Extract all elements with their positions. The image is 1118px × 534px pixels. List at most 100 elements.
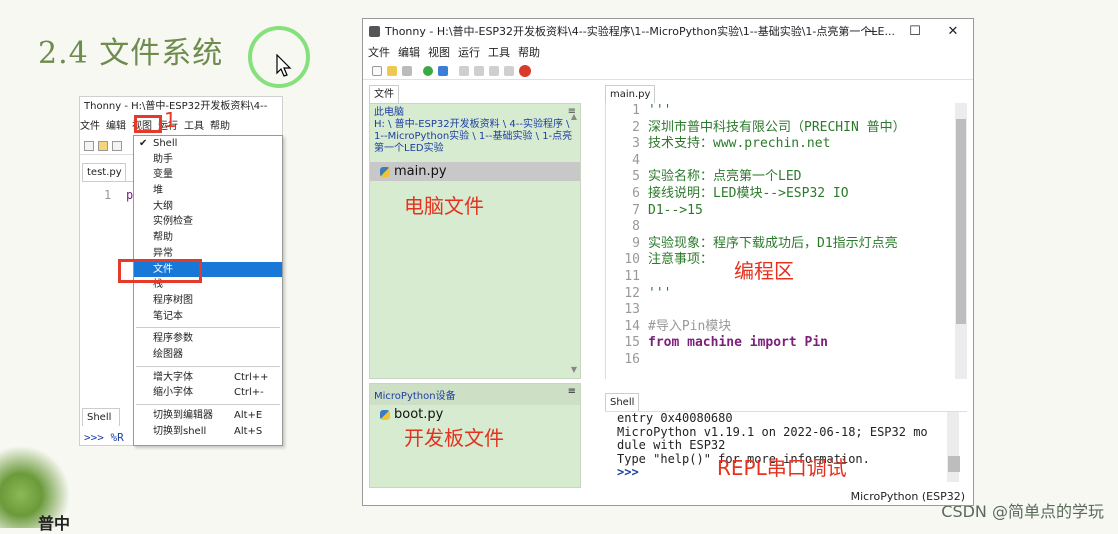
menu-item[interactable]: 大纲 bbox=[134, 199, 282, 215]
menu-item-label: 程序树图 bbox=[153, 294, 193, 306]
menu-separator bbox=[136, 327, 280, 329]
code-area[interactable]: ''' 深圳市普中科技有限公司（PRECHIN 普中） 技术支持：www.prech… bbox=[648, 103, 956, 379]
step-into-icon[interactable] bbox=[474, 65, 484, 76]
line-number: 5 bbox=[632, 169, 640, 185]
menu-edit[interactable]: 编辑 bbox=[398, 44, 420, 62]
code-line: 注意事项： bbox=[648, 252, 714, 268]
scroll-up-icon[interactable]: ▲ bbox=[571, 112, 577, 121]
save-file-icon[interactable] bbox=[402, 65, 412, 76]
line-number: 12 bbox=[624, 285, 640, 301]
menu-item-label: 缩小字体 bbox=[153, 387, 193, 399]
small-shell-tab[interactable]: Shell bbox=[82, 408, 120, 426]
editor-scrollbar[interactable] bbox=[955, 103, 967, 379]
files-path[interactable]: H: \ 普中-ESP32开发板资料 \ 4--实验程序 \ 1--MicroP… bbox=[374, 119, 576, 155]
shell-panel[interactable]: entry 0x40080680 MicroPython v1.19.1 on … bbox=[605, 411, 967, 489]
resume-icon[interactable] bbox=[504, 65, 514, 76]
menu-item-label: 异常 bbox=[153, 247, 173, 259]
new-file-icon[interactable] bbox=[372, 65, 382, 76]
tab-shell[interactable]: Shell bbox=[605, 393, 640, 411]
code-line: 接线说明：LED模块-->ESP32 IO bbox=[648, 185, 849, 201]
mouse-cursor-icon bbox=[276, 54, 292, 77]
main-thonny-window: Thonny - H:\普中-ESP32开发板资料\4--实验程序\1--Mic… bbox=[362, 18, 974, 506]
menu-item-label: 帮助 bbox=[153, 232, 173, 244]
device-header: MicroPython设备 bbox=[370, 384, 580, 405]
label-device-files: 开发板文件 bbox=[404, 426, 504, 450]
menu-item[interactable]: ✔ Shell bbox=[134, 136, 282, 152]
menu-help[interactable]: 帮助 bbox=[518, 44, 540, 62]
menu-item-shortcut: Ctrl++ bbox=[234, 371, 269, 383]
step-out-icon[interactable] bbox=[489, 65, 499, 76]
close-icon[interactable]: ✕ bbox=[933, 19, 973, 44]
menu-item-label: 增大字体 bbox=[153, 371, 193, 383]
main-titlebar: Thonny - H:\普中-ESP32开发板资料\4--实验程序\1--Mic… bbox=[363, 19, 973, 44]
menu-item[interactable]: 程序参数 bbox=[134, 331, 282, 347]
menu-item-label: Shell bbox=[153, 138, 178, 149]
menu-item[interactable]: 切换到编辑器 Alt+E bbox=[134, 408, 282, 424]
small-window-title: Thonny - H:\普中-ESP32开发板资料\4-- bbox=[80, 97, 282, 117]
step-over-icon[interactable] bbox=[459, 65, 469, 76]
main-window-title: Thonny - H:\普中-ESP32开发板资料\4--实验程序\1--Mic… bbox=[385, 25, 895, 38]
file-item-highlight bbox=[118, 259, 202, 283]
menu-item-label: 大纲 bbox=[153, 200, 173, 212]
debug-icon[interactable] bbox=[438, 65, 448, 76]
menu-help[interactable]: 帮助 bbox=[210, 117, 230, 137]
menu-item[interactable]: 程序树图 bbox=[134, 293, 282, 309]
pc-files-panel: 此电脑 H: \ 普中-ESP32开发板资料 \ 4--实验程序 \ 1--Mi… bbox=[369, 103, 581, 379]
menu-file[interactable]: 文件 bbox=[80, 117, 100, 137]
menu-item[interactable]: 实例检查 bbox=[134, 214, 282, 230]
shell-scrollbar[interactable] bbox=[947, 412, 960, 482]
menu-item-label: 实例检查 bbox=[153, 216, 193, 228]
line-number: 1 bbox=[632, 103, 640, 118]
menu-item[interactable]: 笔记本 bbox=[134, 309, 282, 325]
line-number: 2 bbox=[632, 119, 640, 135]
menu-view[interactable]: 视图 bbox=[428, 44, 450, 62]
minimize-icon[interactable]: — bbox=[851, 19, 891, 44]
python-file-icon bbox=[380, 166, 390, 177]
file-name: main.py bbox=[394, 164, 447, 179]
files-root[interactable]: 此电脑 bbox=[374, 107, 576, 119]
menu-item[interactable]: 增大字体 Ctrl++ bbox=[134, 370, 282, 386]
menu-item[interactable]: 堆 bbox=[134, 183, 282, 199]
menu-run[interactable]: 运行 bbox=[458, 44, 480, 62]
menu-edit[interactable]: 编辑 bbox=[106, 117, 126, 137]
menu-item[interactable]: 切换到shell Alt+S bbox=[134, 424, 282, 440]
menu-item[interactable]: 变量 bbox=[134, 167, 282, 183]
line-number: 1 bbox=[104, 188, 112, 202]
open-file-icon[interactable] bbox=[387, 65, 397, 76]
code-editor[interactable]: 1 2 3 4 5 6 7 8 9 10 11 12 13 14 15 16 ''' 深圳市普中科技有限公司（P… bbox=[605, 103, 967, 379]
menu-item[interactable]: 助手 bbox=[134, 152, 282, 168]
panel-menu-icon[interactable]: ≡ bbox=[568, 386, 576, 397]
save-file-icon[interactable] bbox=[112, 140, 122, 151]
file-item-main-py[interactable]: main.py bbox=[370, 162, 580, 181]
view-menu-highlight bbox=[134, 115, 162, 133]
menu-item-shortcut: Alt+S bbox=[234, 425, 263, 437]
small-shell-line[interactable]: >>> %R bbox=[84, 431, 124, 444]
code-line: 实验名称：点亮第一个LED bbox=[648, 169, 802, 185]
menu-item-label: 助手 bbox=[153, 153, 173, 165]
code-line: 技术支持：www.prechin.net bbox=[648, 136, 831, 152]
open-file-icon[interactable] bbox=[98, 140, 108, 151]
stop-icon[interactable] bbox=[519, 64, 531, 77]
menu-item[interactable]: 缩小字体 Ctrl+- bbox=[134, 385, 282, 401]
menu-file[interactable]: 文件 bbox=[368, 44, 390, 62]
main-toolbar bbox=[363, 62, 973, 80]
run-icon[interactable] bbox=[423, 65, 433, 76]
line-number: 6 bbox=[632, 185, 640, 201]
new-file-icon[interactable] bbox=[84, 140, 94, 151]
scroll-down-icon[interactable]: ▼ bbox=[571, 365, 577, 374]
code-line: 实验现象：程序下载成功后，D1指示灯点亮 bbox=[648, 235, 898, 251]
code-line: #导入Pin模块 bbox=[648, 318, 732, 334]
code-line: from machine import Pin bbox=[648, 335, 829, 351]
tab-test-py[interactable]: test.py bbox=[82, 163, 126, 181]
menu-tools[interactable]: 工具 bbox=[184, 117, 204, 137]
menu-item[interactable]: 绘图器 bbox=[134, 347, 282, 363]
menu-item-shortcut: Alt+E bbox=[234, 410, 263, 421]
tab-files[interactable]: 文件 bbox=[369, 85, 399, 103]
menu-tools[interactable]: 工具 bbox=[488, 44, 510, 62]
menu-item[interactable]: 帮助 bbox=[134, 230, 282, 246]
status-bar-interpreter[interactable]: MicroPython (ESP32) bbox=[851, 490, 965, 503]
tab-main-py[interactable]: main.py bbox=[605, 85, 656, 103]
maximize-icon[interactable]: ☐ bbox=[895, 19, 935, 44]
label-editor-area: 编程区 bbox=[734, 259, 794, 283]
